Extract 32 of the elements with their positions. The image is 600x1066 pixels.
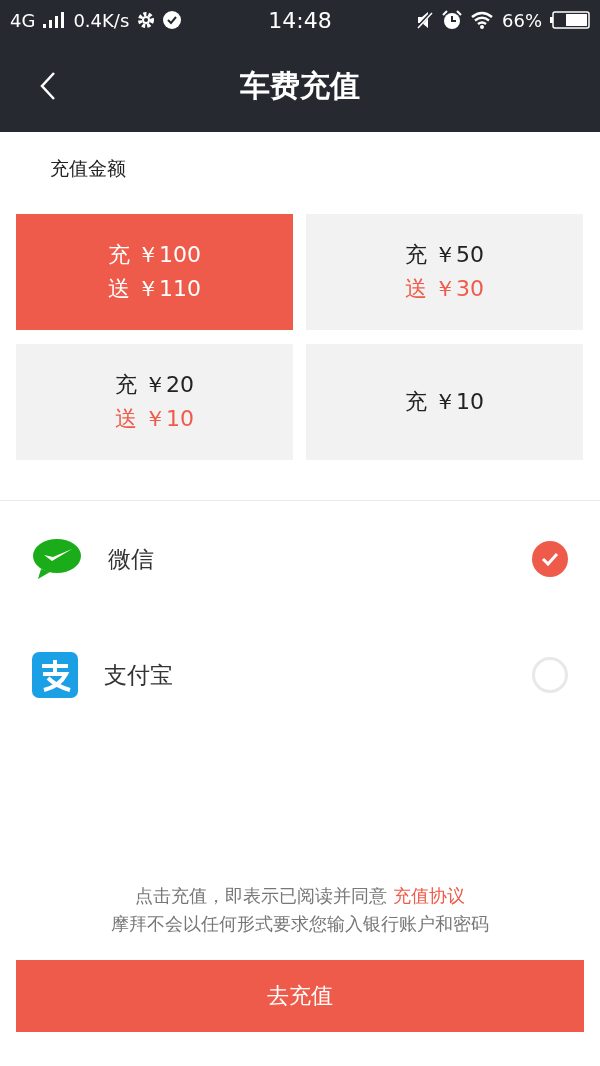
security-notice: 摩拜不会以任何形式要求您输入银行账户和密码 (110, 912, 490, 936)
check-icon (541, 552, 559, 566)
charge-amount: 充 ￥20 (115, 371, 194, 399)
network-speed: 0.4K/s (73, 9, 130, 31)
bonus-amount: 送 ￥30 (405, 275, 484, 303)
bonus-amount: 送 ￥10 (115, 405, 194, 433)
app-logo-icon (32, 652, 78, 698)
section-title: 充值金额 (50, 157, 126, 179)
wifi-icon (470, 11, 494, 29)
radio-button[interactable] (532, 541, 568, 577)
check-circle-icon (163, 11, 182, 29)
bonus-amount: 送 ￥110 (108, 275, 201, 303)
network-type: 4G (10, 9, 36, 31)
payment-method-label[interactable]: 微信 (108, 543, 506, 575)
charge-amount: 充 ￥50 (405, 241, 484, 269)
page-title: 车费充值 (240, 66, 360, 105)
battery-percent: 66% (502, 9, 542, 31)
payment-method-label[interactable]: 支付宝 (104, 659, 506, 691)
back-icon (40, 71, 56, 101)
mute-icon (416, 11, 434, 29)
chat-bubble-icon (32, 537, 82, 581)
agreement-notice: 点击充值，即表示已阅读并同意 充值协议 (134, 884, 466, 908)
charge-amount: 充 ￥100 (108, 241, 201, 269)
battery-icon (550, 11, 590, 29)
signal-icon (43, 12, 66, 28)
amount-option[interactable]: 充 ￥20 送 ￥10 (16, 344, 293, 460)
amount-option[interactable]: 充 ￥10 (306, 344, 583, 460)
alarm-icon (442, 10, 462, 30)
amount-option[interactable]: 充 ￥50 送 ￥30 (306, 214, 583, 330)
clock-time: 14:48 (268, 7, 332, 33)
settings-icon (137, 11, 156, 29)
charge-amount: 充 ￥10 (405, 388, 484, 416)
